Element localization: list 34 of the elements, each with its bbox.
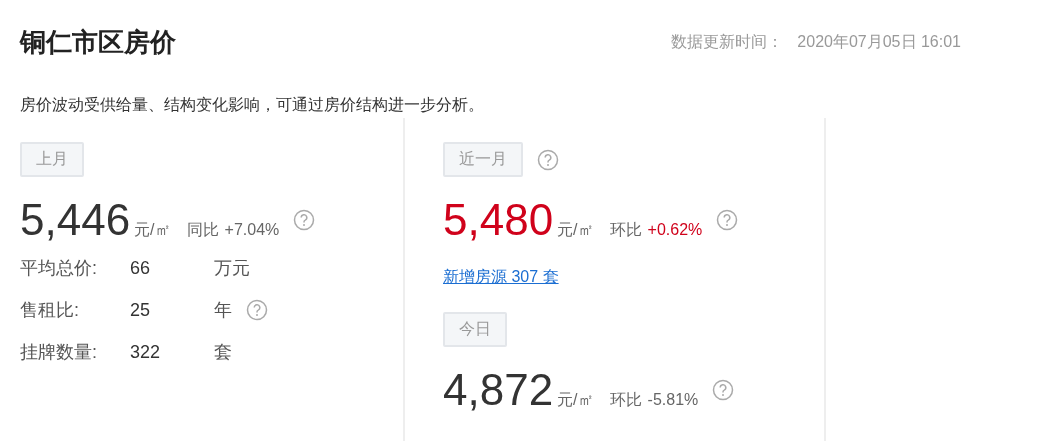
change-label: 同比	[186, 220, 219, 240]
stat-unit: 万元	[214, 257, 250, 280]
stat-label: 平均总价:	[20, 257, 98, 280]
change-value: +0.62%	[647, 221, 703, 239]
period-tag: 今日	[443, 312, 507, 347]
price-value: 5,446	[20, 195, 131, 245]
help-icon[interactable]	[246, 299, 268, 321]
price-unit: 元/㎡	[134, 220, 171, 240]
stat-unit: 套	[214, 341, 232, 364]
new-listings-link[interactable]: 新增房源 307 套	[443, 267, 559, 288]
period-tag: 上月	[20, 142, 84, 177]
period-tag: 近一月	[443, 142, 523, 177]
update-time: 2020年07月05日 16:01	[797, 31, 961, 52]
price-value: 4,872	[443, 365, 554, 415]
stat-value: 322	[130, 341, 162, 363]
stat-label: 挂牌数量:	[20, 341, 98, 364]
description: 房价波动受供给量、结构变化影响，可通过房价结构进一步分析。	[20, 95, 485, 115]
change-value: -5.81%	[647, 391, 699, 409]
stat-value: 25	[130, 299, 152, 321]
page-title: 铜仁市区房价	[20, 25, 176, 59]
change-value: +7.04%	[224, 221, 280, 239]
help-icon[interactable]	[712, 379, 735, 401]
help-icon[interactable]	[293, 209, 316, 231]
help-icon[interactable]	[537, 148, 559, 171]
help-icon[interactable]	[716, 209, 739, 231]
update-label: 数据更新时间：	[671, 31, 784, 52]
change-label: 环比	[609, 390, 642, 410]
stat-label: 售租比:	[20, 299, 80, 322]
stat-value: 66	[130, 257, 152, 279]
change-label: 环比	[609, 220, 642, 240]
price-unit: 元/㎡	[557, 390, 594, 410]
stat-unit: 年	[214, 299, 232, 322]
price-unit: 元/㎡	[557, 220, 594, 240]
price-value: 5,480	[443, 195, 554, 245]
